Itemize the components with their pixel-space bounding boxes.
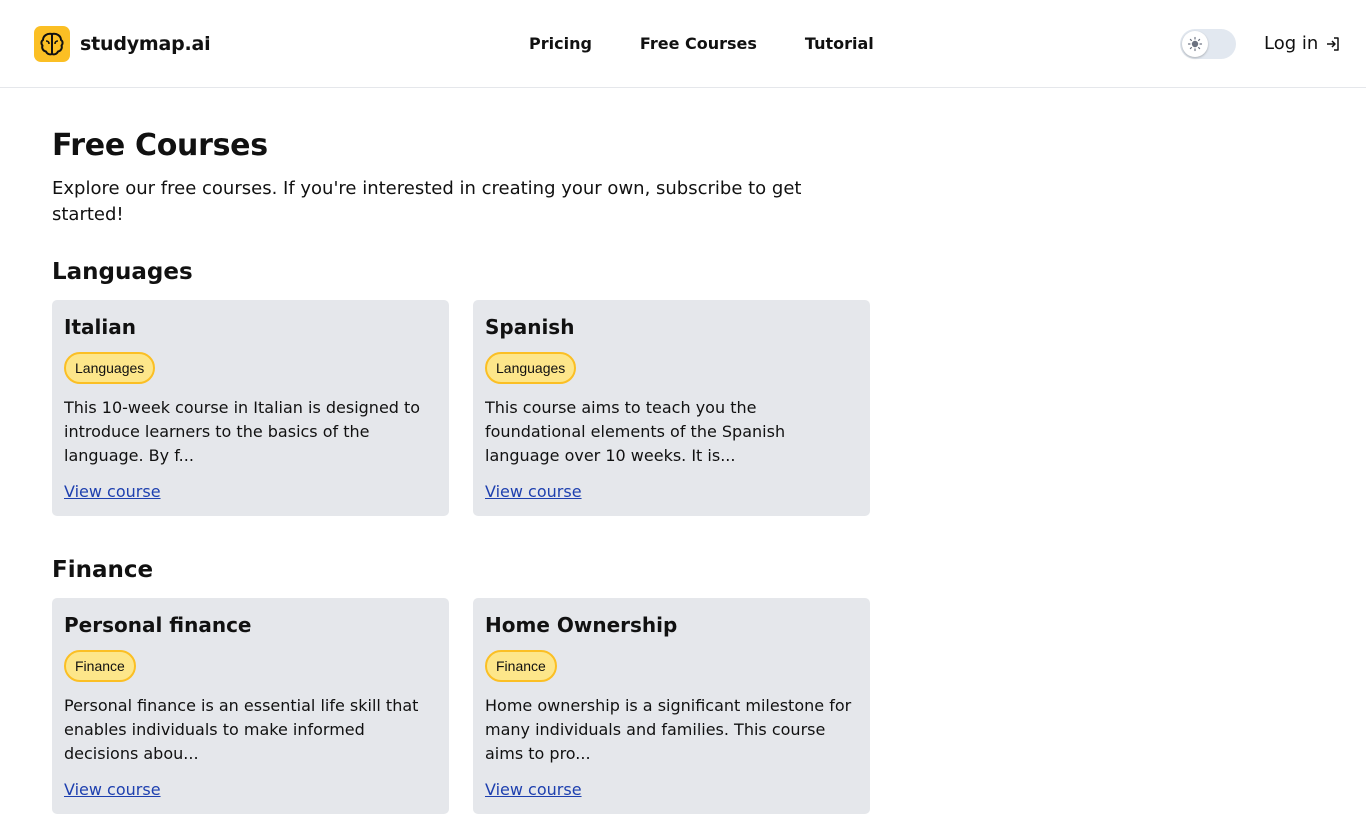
course-title: Personal finance [64, 613, 252, 637]
course-title: Spanish [485, 315, 575, 339]
course-description: This 10-week course in Italian is design… [64, 398, 421, 465]
section-finance: Finance Personal finance Finance Persona… [52, 554, 872, 814]
theme-toggle[interactable] [1180, 29, 1236, 59]
course-tag-badge: Languages [485, 352, 577, 384]
section-title: Finance [52, 557, 154, 583]
course-card-spanish: Spanish Languages This course aims to te… [473, 300, 870, 516]
course-title: Home Ownership [485, 613, 678, 637]
view-course-link[interactable]: View course [485, 778, 582, 802]
course-card-list: Italian Languages This 10-week course in… [52, 300, 872, 516]
page-title: Free Courses [52, 128, 268, 163]
sun-icon [1187, 36, 1203, 52]
main-nav: Pricing Free Courses Tutorial [529, 32, 874, 56]
top-navbar: studymap.ai Pricing Free Courses Tutoria… [0, 0, 1366, 88]
course-tag-badge: Finance [485, 650, 557, 682]
course-card-personal-finance: Personal finance Finance Personal financ… [52, 598, 449, 814]
nav-link-free-courses[interactable]: Free Courses [640, 32, 757, 56]
view-course-link[interactable]: View course [64, 778, 161, 802]
brand-name: studymap.ai [80, 33, 211, 55]
section-languages: Languages Italian Languages This 10-week… [52, 256, 872, 516]
course-description: This course aims to teach you the founda… [485, 398, 786, 465]
brain-icon [34, 26, 70, 62]
section-title: Languages [52, 259, 193, 285]
view-course-link[interactable]: View course [64, 480, 161, 504]
main-content: Free Courses Explore our free courses. I… [52, 126, 872, 814]
login-icon [1325, 36, 1341, 52]
nav-link-tutorial[interactable]: Tutorial [805, 32, 874, 56]
course-title: Italian [64, 315, 136, 339]
course-card-home-ownership: Home Ownership Finance Home ownership is… [473, 598, 870, 814]
course-description: Personal finance is an essential life sk… [64, 696, 419, 763]
view-course-link[interactable]: View course [485, 480, 582, 504]
toggle-knob [1182, 31, 1208, 57]
course-card-list: Personal finance Finance Personal financ… [52, 598, 872, 814]
login-label: Log in [1264, 33, 1319, 54]
course-description: Home ownership is a significant mileston… [485, 696, 852, 763]
course-tag-badge: Finance [64, 650, 136, 682]
page-description: Explore our free courses. If you're inte… [52, 178, 802, 225]
brand-home-link[interactable]: studymap.ai [34, 26, 211, 62]
nav-link-pricing[interactable]: Pricing [529, 32, 592, 56]
course-tag-badge: Languages [64, 352, 156, 384]
course-card-italian: Italian Languages This 10-week course in… [52, 300, 449, 516]
login-link[interactable]: Log in [1264, 31, 1341, 57]
